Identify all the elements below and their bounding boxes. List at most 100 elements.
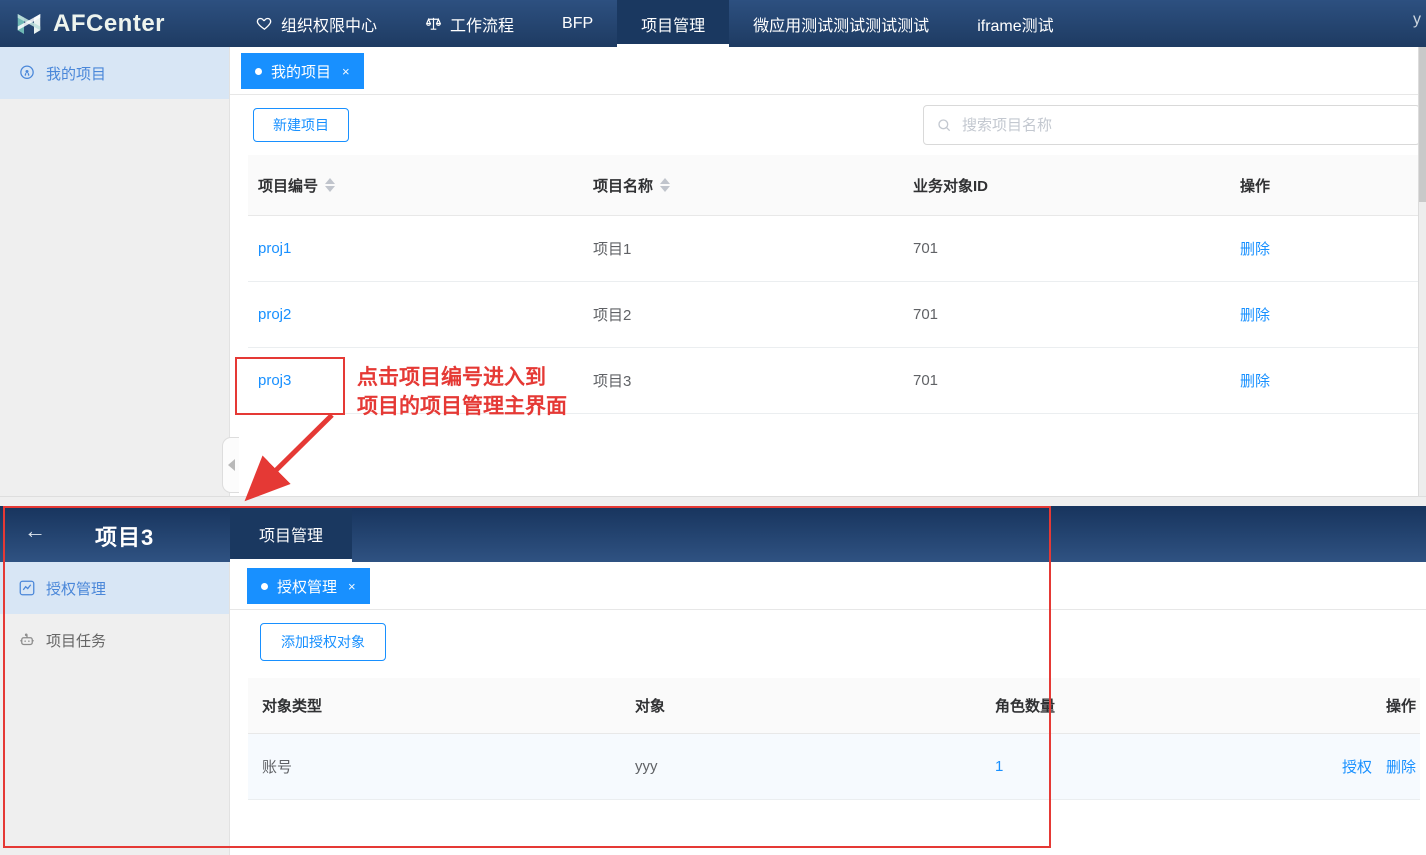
tab-label: 授权管理	[277, 576, 337, 597]
nav-label: 微应用测试测试测试测试	[753, 12, 929, 36]
screen: AFCenter 组织权限中心 工作流程 BFP 项目管理	[0, 0, 1426, 855]
tab-authorization[interactable]: 授权管理 ×	[247, 568, 370, 604]
column-label: 对象	[635, 695, 665, 716]
nav-label: iframe测试	[977, 12, 1053, 36]
nav-item-iframe-test[interactable]: iframe测试	[953, 0, 1077, 47]
column-header-business-object-id: 业务对象ID	[903, 155, 1230, 215]
scrollbar-thumb[interactable]	[1419, 47, 1426, 202]
object-cell: yyy	[625, 758, 985, 775]
sort-icon[interactable]	[325, 178, 335, 192]
nav-tab-project-management[interactable]: 项目管理	[230, 506, 352, 562]
top-sidebar: 我的项目	[0, 47, 230, 496]
table-row-account: 账号 yyy 1 授权 删除	[248, 734, 1420, 800]
delete-link[interactable]: 删除	[1240, 373, 1270, 390]
delete-link[interactable]: 删除	[1240, 241, 1270, 258]
tab-active-dot	[261, 583, 268, 590]
bottom-tabbar: 授权管理 ×	[230, 562, 1426, 610]
delete-link[interactable]: 删除	[1240, 307, 1270, 324]
app-title: AFCenter	[53, 10, 165, 38]
project-detail-panel: ← 项目3 项目管理 授权管理 项目任务	[0, 506, 1426, 855]
column-header-project-code[interactable]: 项目编号	[248, 155, 583, 215]
column-header-object: 对象	[625, 678, 985, 733]
chevron-left-icon	[228, 459, 235, 471]
top-content: 我的项目 × 新建项目 项目编号 项目名称	[230, 47, 1426, 496]
authorization-table: 对象类型 对象 角色数量 操作 账号 yyy 1 授权 删除	[248, 678, 1420, 800]
tab-close-icon[interactable]: ×	[348, 579, 356, 594]
app-logo-icon	[14, 9, 44, 39]
back-arrow-icon[interactable]: ←	[24, 520, 46, 542]
column-label: 对象类型	[262, 695, 322, 716]
column-label: 项目名称	[593, 175, 653, 196]
nav-item-project-management[interactable]: 项目管理	[617, 0, 729, 47]
tab-label: 我的项目	[271, 61, 331, 82]
project-code-link[interactable]: proj1	[258, 240, 291, 257]
column-header-project-name[interactable]: 项目名称	[583, 155, 903, 215]
project-code-link[interactable]: proj2	[258, 306, 291, 323]
nav-item-org-permission-center[interactable]: 组织权限中心	[232, 0, 401, 47]
nav-label: 项目管理	[641, 12, 705, 36]
bottom-toolbar: 添加授权对象	[230, 610, 1426, 676]
authorization-table-header: 对象类型 对象 角色数量 操作	[248, 678, 1420, 734]
sidebar-item-label: 我的项目	[46, 63, 106, 84]
authorize-link[interactable]: 授权	[1342, 756, 1372, 777]
vertical-scrollbar[interactable]	[1418, 47, 1426, 496]
nav-item-bfp[interactable]: BFP	[538, 0, 617, 47]
bottom-sidebar: 授权管理 项目任务	[0, 562, 230, 855]
robot-icon	[18, 631, 36, 649]
sidebar-collapse-handle[interactable]	[222, 437, 239, 493]
tab-active-dot	[255, 68, 262, 75]
bottom-header: ← 项目3 项目管理	[0, 506, 1426, 562]
user-name-partial: y	[1413, 11, 1421, 29]
panel-gap	[0, 496, 1426, 506]
tab-close-icon[interactable]: ×	[342, 64, 350, 79]
table-row-proj3: proj3 项目3 701 删除	[248, 348, 1420, 414]
sidebar-item-project-tasks[interactable]: 项目任务	[0, 614, 229, 666]
nav-label: 工作流程	[450, 12, 514, 36]
top-header: AFCenter 组织权限中心 工作流程 BFP 项目管理	[0, 0, 1426, 47]
nav-label: 组织权限中心	[281, 12, 377, 36]
column-label: 操作	[1386, 695, 1416, 716]
top-nav: 组织权限中心 工作流程 BFP 项目管理 微应用测试测试测试测试 iframe	[232, 0, 1078, 47]
column-header-actions: 操作	[1185, 678, 1420, 733]
delete-link[interactable]: 删除	[1386, 756, 1416, 777]
business-object-id-cell: 701	[903, 306, 1230, 323]
column-header-actions: 操作	[1230, 155, 1420, 215]
column-label: 业务对象ID	[913, 175, 988, 196]
nav-item-microapp-test[interactable]: 微应用测试测试测试测试	[729, 0, 953, 47]
app-logo[interactable]: AFCenter	[14, 0, 165, 47]
new-project-button[interactable]: 新建项目	[253, 108, 349, 142]
nav-label: BFP	[562, 15, 593, 33]
column-label: 角色数量	[995, 695, 1055, 716]
column-header-role-count: 角色数量	[985, 678, 1185, 733]
top-toolbar: 新建项目	[230, 95, 1426, 155]
add-authorization-object-button[interactable]: 添加授权对象	[260, 623, 386, 661]
role-count-link[interactable]: 1	[995, 758, 1003, 775]
business-object-id-cell: 701	[903, 240, 1230, 257]
sidebar-item-my-projects[interactable]: 我的项目	[0, 47, 229, 99]
project-name-cell: 项目3	[583, 370, 903, 391]
column-label: 操作	[1240, 175, 1270, 196]
sidebar-item-authorization[interactable]: 授权管理	[0, 562, 229, 614]
heart-icon	[256, 15, 273, 32]
tab-my-projects[interactable]: 我的项目 ×	[241, 53, 364, 89]
bottom-content: 授权管理 × 添加授权对象 对象类型 对象 角色数量 操作 账号 yyy 1	[230, 562, 1426, 855]
object-type-cell: 账号	[248, 756, 625, 777]
project-title: 项目3	[95, 520, 154, 552]
projects-table: 项目编号 项目名称 业务对象ID 操作 proj1 项目1 701 删除	[248, 155, 1420, 414]
nav-item-workflow[interactable]: 工作流程	[401, 0, 538, 47]
broadcast-icon	[18, 64, 36, 82]
sidebar-item-label: 授权管理	[46, 578, 106, 599]
project-name-cell: 项目2	[583, 304, 903, 325]
search-icon	[936, 117, 952, 133]
project-code-link[interactable]: proj3	[258, 372, 291, 389]
projects-table-header: 项目编号 项目名称 业务对象ID 操作	[248, 155, 1420, 216]
project-name-cell: 项目1	[583, 238, 903, 259]
sort-icon[interactable]	[660, 178, 670, 192]
business-object-id-cell: 701	[903, 372, 1230, 389]
chart-icon	[18, 579, 36, 597]
project-search-box[interactable]	[923, 105, 1420, 145]
top-tabbar: 我的项目 ×	[230, 47, 1426, 95]
scale-icon	[425, 15, 442, 32]
table-row-proj1: proj1 项目1 701 删除	[248, 216, 1420, 282]
search-input[interactable]	[960, 116, 1407, 135]
